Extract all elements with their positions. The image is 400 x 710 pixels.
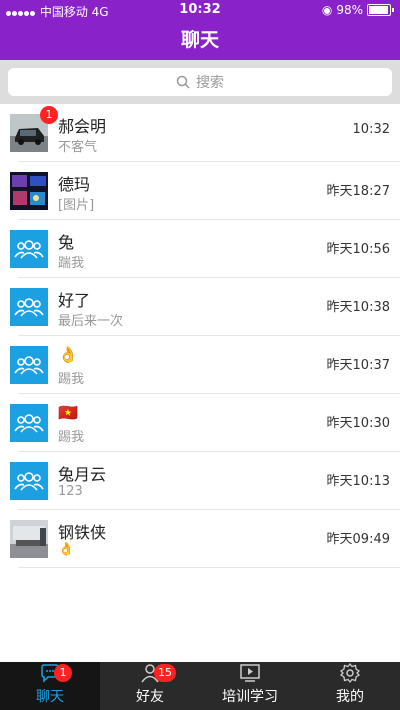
chat-time: 昨天10:37 [326, 358, 390, 373]
group-icon [14, 240, 44, 259]
video-icon [240, 664, 260, 682]
tab-bar: 1 聊天 15 好友 培训学习 我的 [0, 662, 400, 710]
chat-time: 昨天10:30 [326, 416, 390, 431]
avatar [10, 462, 48, 500]
chat-name: 👌 [58, 345, 78, 364]
chat-preview: 踹我 [58, 256, 85, 271]
group-icon [14, 414, 44, 433]
unread-badge: 1 [40, 106, 58, 124]
gear-icon [339, 662, 361, 684]
chat-name: 郝会明 [58, 117, 107, 136]
tab-me[interactable]: 我的 [300, 662, 400, 710]
room-photo-avatar [10, 520, 48, 558]
chat-name: 钢铁侠 [58, 523, 107, 542]
tab-label: 我的 [336, 689, 364, 705]
chat-name: 好了 [58, 291, 91, 310]
chat-time: 昨天10:38 [326, 300, 390, 315]
search-input[interactable]: 搜索 [8, 68, 392, 96]
tab-label: 培训学习 [222, 689, 278, 705]
search-bar: 搜索 [0, 60, 400, 104]
chat-row[interactable]: 🇻🇳 踢我 昨天10:30 [0, 394, 400, 452]
chat-preview: 踢我 [58, 430, 85, 445]
chat-time: 昨天18:27 [326, 184, 390, 199]
group-icon [14, 298, 44, 317]
avatar [10, 288, 48, 326]
chat-name: 🇻🇳 [58, 403, 78, 422]
battery-info: ◉ 98% [322, 3, 394, 17]
avatar: 1 [10, 106, 58, 152]
chat-preview: 👌 [58, 542, 75, 557]
chat-time: 昨天09:49 [326, 532, 390, 547]
group-icon [14, 472, 44, 491]
chat-preview: 不客气 [58, 140, 98, 155]
battery-percent: 98% [336, 3, 363, 17]
chat-row[interactable]: 👌 踢我 昨天10:37 [0, 336, 400, 394]
nav-title: 聊天 [0, 20, 400, 60]
chat-time: 10:32 [352, 122, 390, 137]
tab-friends[interactable]: 15 好友 [100, 662, 200, 710]
chat-list: 1 郝会明 不客气 10:32 德玛 [图片] 昨天18:27 兔 踹我 昨天1… [0, 104, 400, 568]
tab-badge: 1 [54, 664, 72, 682]
tab-training[interactable]: 培训学习 [200, 662, 300, 710]
chat-row[interactable]: 兔月云 123 昨天10:13 [0, 452, 400, 510]
tab-label: 好友 [136, 689, 164, 705]
status-bar: 中国移动 4G 10:32 ◉ 98% [0, 0, 400, 20]
event-photo-avatar [10, 172, 48, 210]
chat-preview: [图片] [58, 198, 95, 213]
battery-icon [367, 4, 391, 16]
chat-preview: 123 [58, 484, 83, 499]
chat-row[interactable]: 兔 踹我 昨天10:56 [0, 220, 400, 278]
chat-preview: 踢我 [58, 372, 85, 387]
orientation-lock-icon: ◉ [321, 3, 333, 17]
chat-time: 昨天10:13 [326, 474, 390, 489]
tab-badge: 15 [154, 664, 176, 682]
avatar [10, 404, 48, 442]
chat-row[interactable]: 1 郝会明 不客气 10:32 [0, 104, 400, 162]
tab-label: 聊天 [36, 689, 64, 705]
chat-preview: 最后来一次 [58, 314, 124, 329]
group-icon [14, 356, 44, 375]
chat-row[interactable]: 好了 最后来一次 昨天10:38 [0, 278, 400, 336]
search-placeholder: 搜索 [196, 75, 224, 91]
chat-name: 德玛 [58, 175, 91, 194]
avatar [10, 172, 48, 210]
avatar [10, 230, 48, 268]
chat-time: 昨天10:56 [326, 242, 390, 257]
search-icon [176, 75, 190, 89]
divider [18, 567, 400, 568]
avatar [10, 520, 48, 558]
chat-row[interactable]: 德玛 [图片] 昨天18:27 [0, 162, 400, 220]
tab-chat[interactable]: 1 聊天 [0, 662, 100, 710]
avatar [10, 346, 48, 384]
chat-name: 兔月云 [58, 465, 107, 484]
chat-name: 兔 [58, 233, 75, 252]
chat-row[interactable]: 钢铁侠 👌 昨天09:49 [0, 510, 400, 568]
